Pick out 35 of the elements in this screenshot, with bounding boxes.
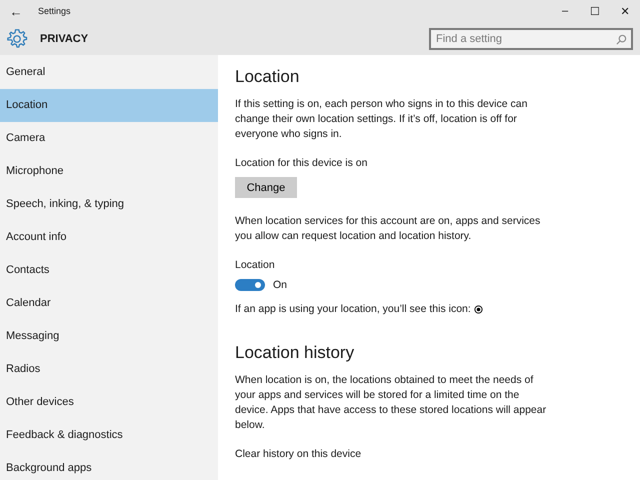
location-toggle[interactable] <box>235 279 265 291</box>
section-heading: Location history <box>235 343 356 363</box>
toggle-state: On <box>273 279 288 291</box>
search-icon <box>616 34 627 44</box>
section-heading: Location <box>235 67 300 87</box>
window-title: Settings <box>38 6 71 16</box>
window-control[interactable]: – <box>550 5 580 17</box>
sidebar-item[interactable]: Calendar <box>0 287 218 320</box>
section-label: Clear history on this device <box>235 447 362 462</box>
description-text: If this setting is on, each person who signs in to this device can change their own location settings. If it’s off, location is off for everyone who signs in. <box>235 97 528 142</box>
sidebar-item[interactable]: Location <box>0 89 218 122</box>
description-text: When location is on, the locations obtained to meet the needs of your apps and services will be stored for a limited time on the device. Apps that have access to these stored locations will appear below. <box>235 373 547 433</box>
change-button[interactable]: Change <box>235 177 297 198</box>
window-control[interactable]: ✕ <box>610 4 640 18</box>
toggle-label: Location <box>235 258 276 273</box>
sidebar-item[interactable]: General <box>0 56 218 89</box>
sidebar-item[interactable]: Background apps <box>0 452 218 480</box>
search-field[interactable]: Find a setting <box>429 28 633 50</box>
sidebar-item[interactable]: Feedback & diagnostics <box>0 419 218 452</box>
window-control[interactable]: ☐ <box>580 4 610 18</box>
settings-icon <box>6 28 28 50</box>
sidebar-item[interactable]: Speech, inking, & typing <box>0 188 218 221</box>
status-text: Location for this device is on <box>235 156 368 171</box>
sidebar-item[interactable]: Radios <box>0 353 218 386</box>
description-text: When location services for this account are on, apps and services you allow can request location and location history. <box>235 214 542 244</box>
location-indicator-icon <box>474 304 483 314</box>
back-button[interactable]: ← <box>0 4 32 18</box>
sidebar-item[interactable]: Messaging <box>0 320 218 353</box>
sidebar-item[interactable]: Camera <box>0 122 218 155</box>
sidebar-item[interactable]: Other devices <box>0 386 218 419</box>
sidebar-item[interactable]: Account info <box>0 221 218 254</box>
page-title: PRIVACY <box>40 32 88 44</box>
sidebar-item[interactable]: Contacts <box>0 254 218 287</box>
description-text: If an app is using your location, you’ll see this icon: <box>235 303 471 315</box>
sidebar-item[interactable]: Microphone <box>0 155 218 188</box>
